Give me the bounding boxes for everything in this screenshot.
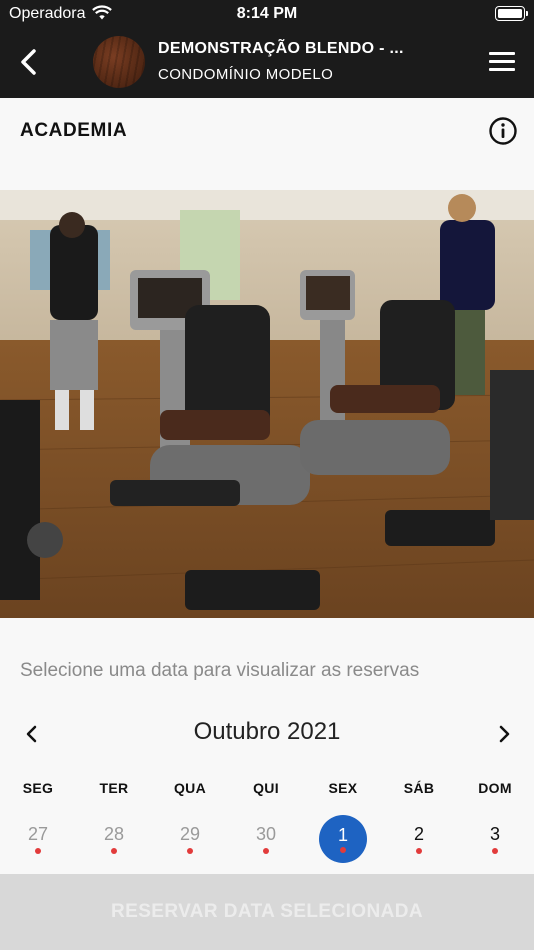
- weekday-seg: SEG: [22, 780, 54, 796]
- calendar-day-selected[interactable]: 1: [319, 815, 367, 863]
- weekday-qui: QUI: [253, 780, 279, 796]
- reservation-dot: [187, 848, 193, 854]
- info-icon[interactable]: [488, 116, 518, 146]
- reservation-dot: [340, 847, 346, 853]
- calendar-day[interactable]: 27: [13, 814, 63, 864]
- reservation-dot: [263, 848, 269, 854]
- weekday-qua: QUA: [173, 780, 206, 796]
- status-time: 8:14 PM: [236, 5, 298, 22]
- day-number: 3: [489, 824, 500, 844]
- condo-logo: [93, 36, 145, 88]
- reservation-dot: [492, 848, 498, 854]
- day-number: 28: [103, 824, 125, 844]
- calendar-hint: Selecione uma data para visualizar as re…: [20, 660, 420, 681]
- nav-subtitle: CONDOMÍNIO MODELO: [158, 66, 334, 83]
- top-bar: Operadora 8:14 PM DEMONSTRAÇÃO BLENDO - …: [0, 0, 534, 98]
- day-number: 27: [27, 824, 49, 844]
- back-arrow-icon[interactable]: [14, 46, 44, 78]
- weekday-sex: SEX: [328, 780, 358, 796]
- page-title: ACADEMIA: [20, 120, 128, 141]
- weekday-ter: TER: [99, 780, 129, 796]
- reservation-dot: [416, 848, 422, 854]
- weekday-dom: DOM: [478, 780, 512, 796]
- calendar-day[interactable]: 3: [470, 814, 520, 864]
- reserve-button[interactable]: RESERVAR DATA SELECIONADA: [0, 874, 534, 950]
- day-number: 30: [255, 824, 277, 844]
- calendar-day[interactable]: 28: [89, 814, 139, 864]
- nav-title: DEMONSTRAÇÃO BLENDO - ...: [158, 40, 404, 57]
- chevron-right-icon[interactable]: [494, 724, 514, 744]
- calendar-day[interactable]: 2: [394, 814, 444, 864]
- gym-photo: [0, 190, 534, 618]
- day-number: 29: [179, 824, 201, 844]
- day-number: 1: [337, 825, 348, 845]
- calendar-day[interactable]: 29: [165, 814, 215, 864]
- battery-icon: [495, 6, 528, 21]
- calendar-section: Selecione uma data para visualizar as re…: [0, 618, 534, 874]
- weekday-sab: SÁB: [403, 780, 435, 796]
- reservation-dot: [35, 848, 41, 854]
- hamburger-menu-icon[interactable]: [489, 52, 517, 72]
- month-label: Outubro 2021: [193, 718, 341, 745]
- page-header: ACADEMIA: [0, 98, 534, 190]
- calendar-day[interactable]: 30: [241, 814, 291, 864]
- day-number: 2: [413, 824, 424, 844]
- reservation-dot: [111, 848, 117, 854]
- status-bar: Operadora 8:14 PM: [0, 0, 534, 28]
